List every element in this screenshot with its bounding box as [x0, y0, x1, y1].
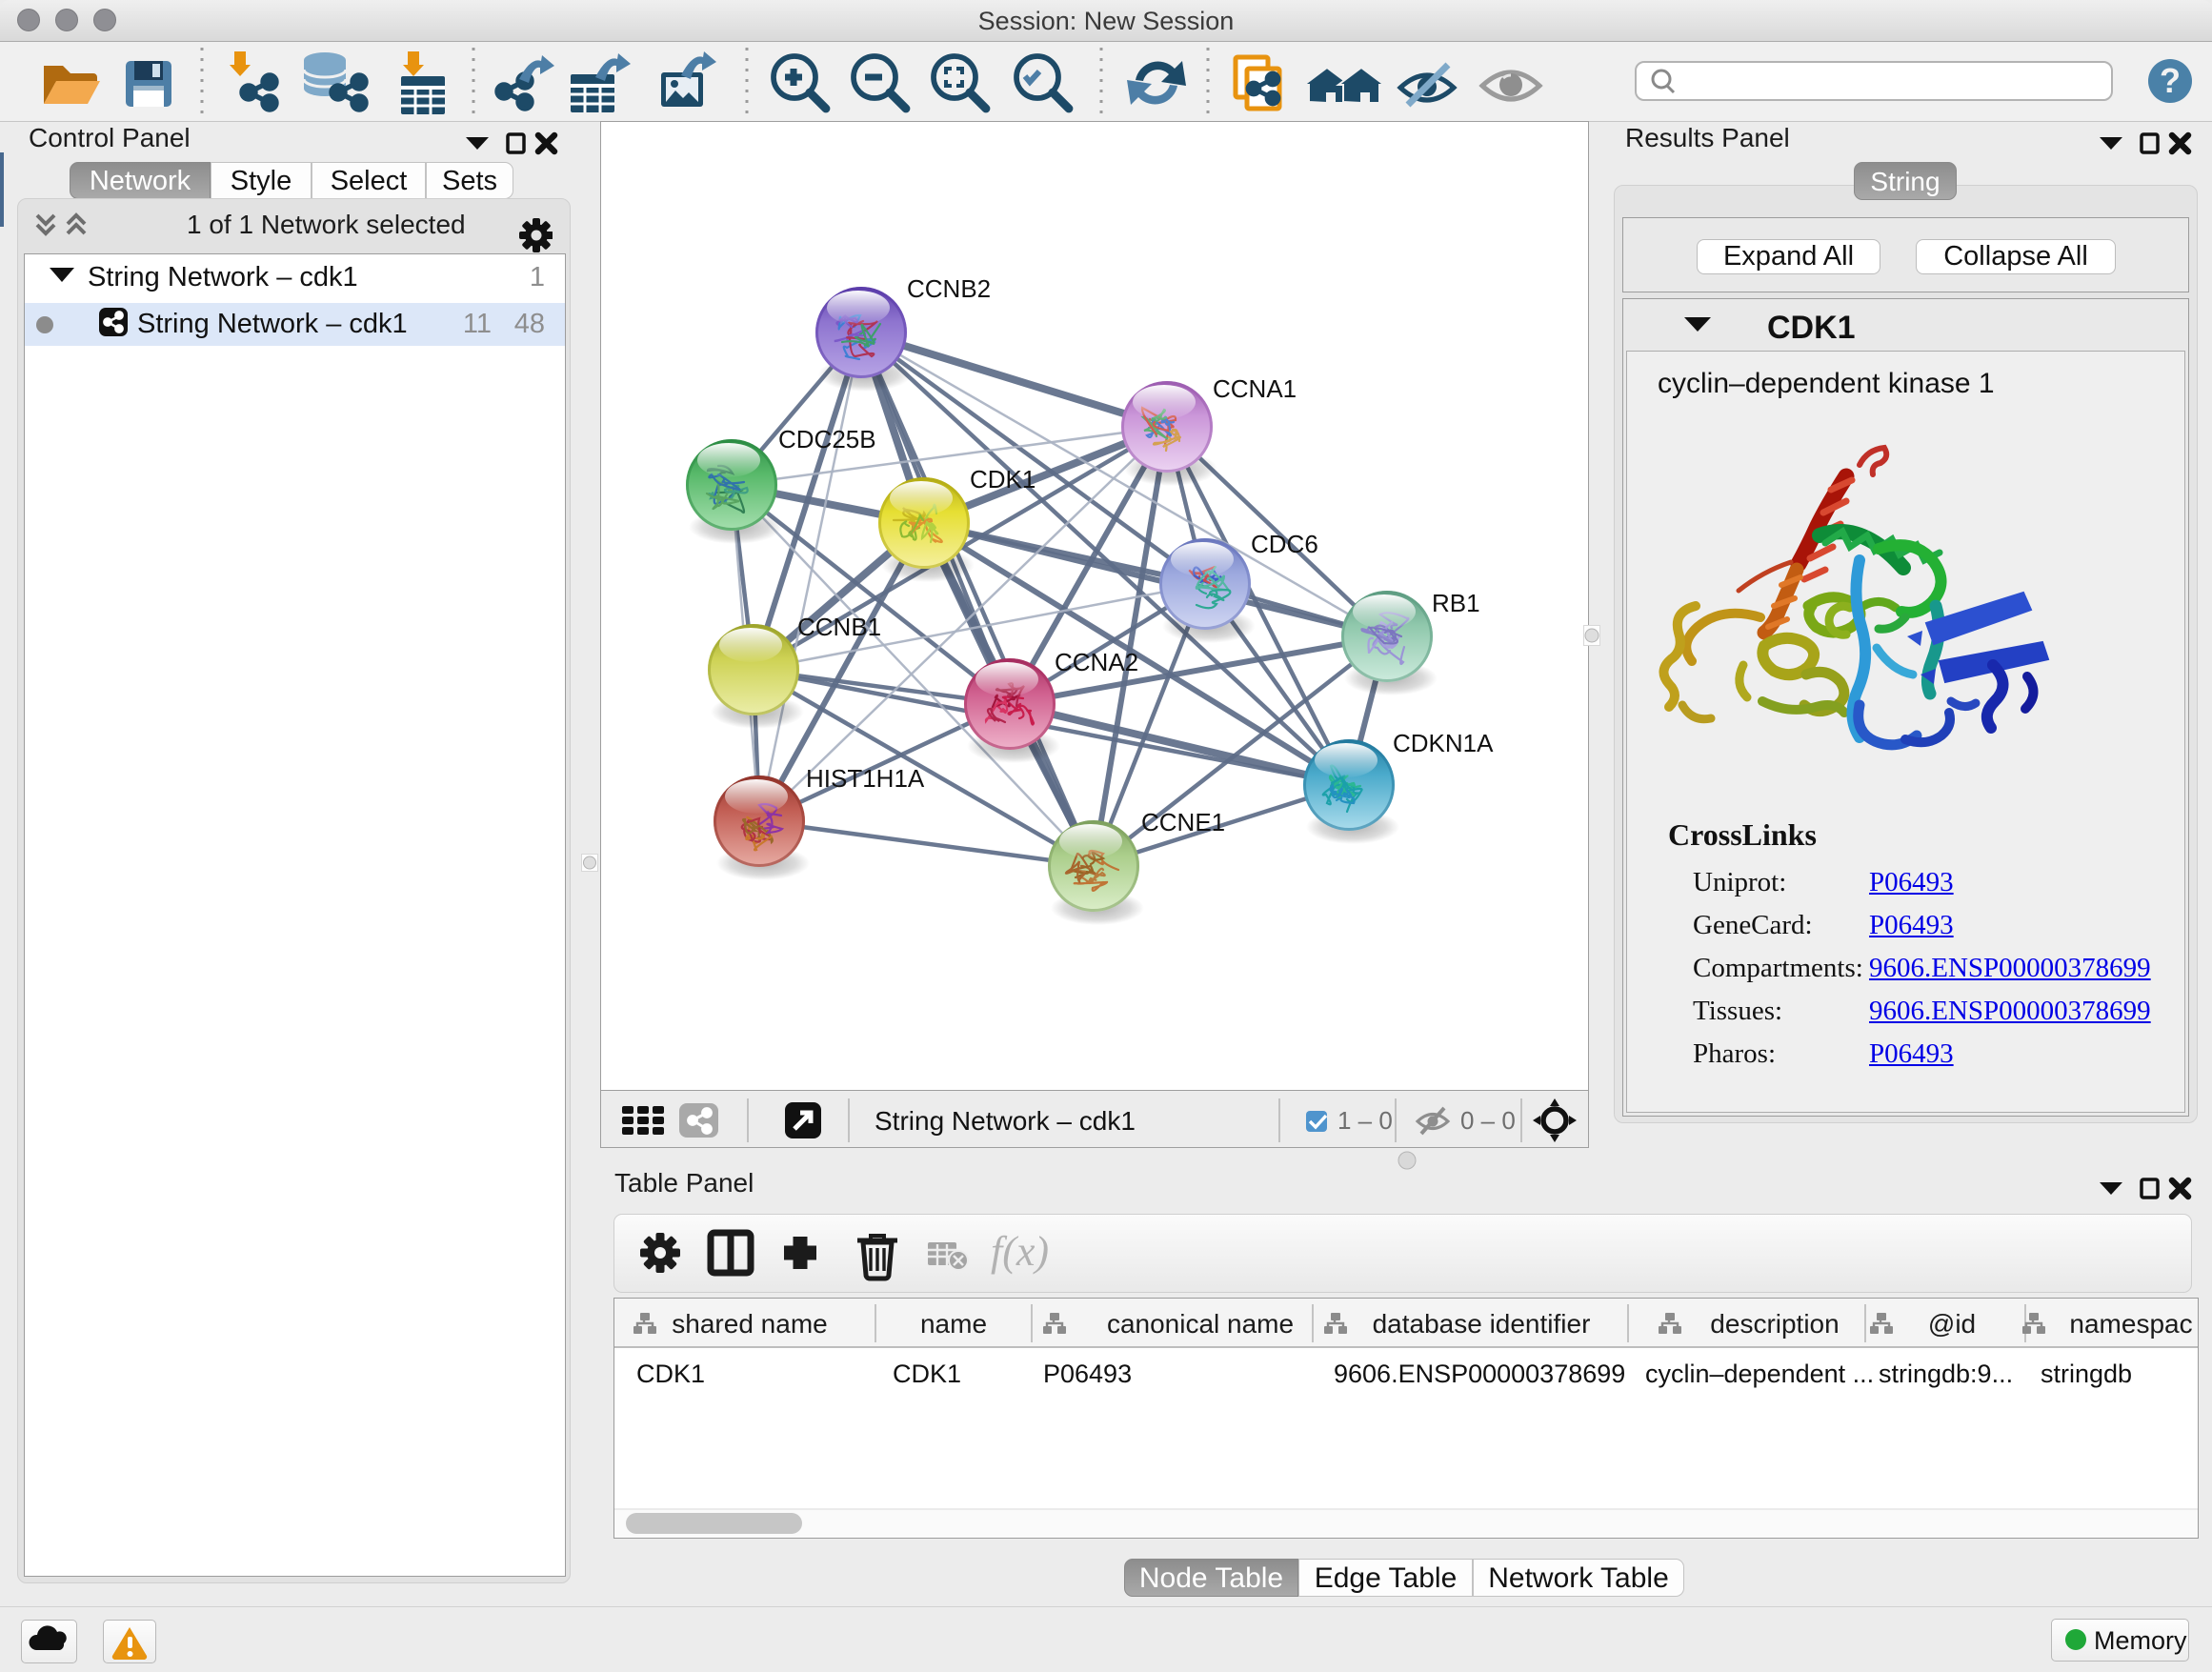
svg-text:CCNA1: CCNA1: [1213, 374, 1297, 403]
svg-text:cyclin–dependent ...: cyclin–dependent ...: [1645, 1360, 1874, 1388]
svg-text:Memory: Memory: [2094, 1626, 2187, 1655]
svg-text:CDK1: CDK1: [893, 1360, 961, 1388]
svg-text:database identifier: database identifier: [1373, 1309, 1591, 1339]
svg-text:RB1: RB1: [1432, 589, 1480, 617]
svg-text:String Network – cdk1: String Network – cdk1: [875, 1106, 1136, 1136]
svg-text:P06493: P06493: [1043, 1360, 1132, 1388]
svg-text:CDC25B: CDC25B: [778, 425, 876, 453]
svg-text:48: 48: [514, 309, 545, 339]
svg-text:String Network – cdk1: String Network – cdk1: [137, 309, 408, 339]
svg-text:1 – 0: 1 – 0: [1337, 1106, 1393, 1135]
svg-text:HIST1H1A: HIST1H1A: [806, 764, 925, 793]
svg-text:?: ?: [2160, 61, 2181, 100]
svg-text:CDK1: CDK1: [636, 1360, 705, 1388]
svg-text:CDC6: CDC6: [1251, 530, 1318, 558]
svg-text:shared name: shared name: [672, 1309, 827, 1339]
svg-text:f(x): f(x): [991, 1228, 1049, 1275]
svg-text:CCNB2: CCNB2: [907, 274, 991, 303]
svg-text:CDKN1A: CDKN1A: [1393, 729, 1494, 757]
svg-text:canonical name: canonical name: [1107, 1309, 1294, 1339]
svg-text:CDK1: CDK1: [1767, 310, 1856, 346]
svg-text:CDK1: CDK1: [970, 465, 1036, 494]
svg-text:CCNA2: CCNA2: [1055, 648, 1138, 676]
svg-text:1: 1: [530, 262, 545, 292]
svg-text:stringdb: stringdb: [2041, 1360, 2132, 1388]
svg-text:namespac: namespac: [2069, 1309, 2192, 1339]
svg-text:stringdb:9...: stringdb:9...: [1879, 1360, 2013, 1388]
svg-text:name: name: [920, 1309, 987, 1339]
svg-text:9606.ENSP00000378699: 9606.ENSP00000378699: [1334, 1360, 1625, 1388]
svg-text:1 of 1 Network selected: 1 of 1 Network selected: [187, 210, 466, 239]
svg-text:String Network – cdk1: String Network – cdk1: [88, 262, 358, 292]
svg-text:@id: @id: [1928, 1309, 1976, 1339]
svg-text:0 – 0: 0 – 0: [1460, 1106, 1516, 1135]
svg-text:11: 11: [463, 309, 492, 339]
svg-text:CCNB1: CCNB1: [797, 613, 881, 641]
svg-text:description: description: [1710, 1309, 1839, 1339]
svg-text:CCNE1: CCNE1: [1141, 808, 1225, 836]
